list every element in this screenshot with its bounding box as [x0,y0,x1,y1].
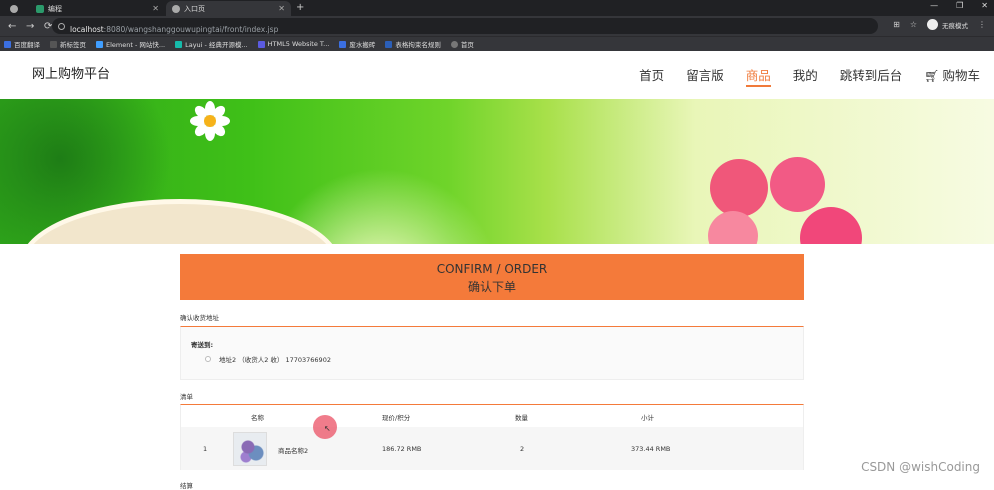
bookmark-icon [385,40,393,48]
url-host: localhost [70,24,104,34]
list-section-label: 清单 [180,393,193,401]
translate-icon[interactable]: ⊞ [893,20,900,29]
bookmark-icon [4,40,11,48]
close-icon[interactable]: ✕ [152,4,159,13]
tab-label: 编程 [48,4,62,13]
row-qty: 2 [520,445,525,453]
nav-item-admin[interactable]: 跳转到后台 [840,65,903,85]
close-icon[interactable]: ✕ [278,4,285,13]
bookmark-icon [339,40,347,48]
info-icon [58,22,65,30]
bookmarks-bar: 百度翻译 新标签页 Element - 网站快... Layui - 经典开源模… [0,36,994,51]
site-brand[interactable]: 网上购物平台 [32,63,110,82]
bookmark-item[interactable]: HTML5 Website T... [257,40,329,48]
incognito-icon [927,19,938,30]
row-name[interactable]: 商品名称2 [278,445,308,455]
star-icon[interactable]: ☆ [910,20,917,29]
site-header: 网上购物平台 首页 留言版 商品 我的 跳转到后台 🛒︎ 购物车 [0,51,994,99]
globe-icon [172,4,180,13]
bookmark-icon [175,40,183,48]
address-bar-row: ← → ⟳ localhost:8080/wangshanggouwupingt… [0,16,994,36]
forward-arrow-icon[interactable]: → [26,21,36,32]
table-header: 名称 现价/积分 数量 小计 [181,405,803,427]
new-tab-button[interactable]: + [296,2,304,13]
browser-tab-strip: 编程 ✕ 入口页 ✕ + — ❐ ✕ [0,0,994,16]
checkout-section-label: 结算 [180,482,193,490]
bookmark-item[interactable]: 新标签页 [50,39,86,49]
incognito-badge[interactable]: 无痕模式 [927,19,968,30]
menu-icon[interactable]: ⋮ [978,20,986,29]
flower-icon [190,101,230,141]
banner-petal [770,157,825,212]
order-title-cn: 确认下单 [467,280,516,294]
tab-label: 入口页 [184,4,205,13]
minimize-button[interactable]: — [930,1,938,10]
close-window-button[interactable]: ✕ [981,1,988,10]
bookmark-item[interactable]: 百度翻译 [4,39,40,49]
address-radio[interactable] [205,356,211,362]
nav-item-home[interactable]: 首页 [639,65,664,85]
incognito-label: 无痕模式 [942,21,968,30]
table-row: 1 商品名称2 186.72 RMB 2 373.44 RMB [181,427,803,470]
maximize-button[interactable]: ❐ [956,1,963,10]
header-qty: 数量 [515,414,528,422]
nav-item-guestbook[interactable]: 留言版 [686,65,724,85]
order-table: 名称 现价/积分 数量 小计 1 商品名称2 186.72 RMB 2 373.… [180,404,804,470]
bookmark-icon [257,40,265,48]
send-to-label: 寄送到: [191,341,214,349]
row-price: 186.72 RMB [382,445,422,453]
banner-petal [708,211,758,244]
bookmark-item[interactable]: Layui - 经典开源模... [175,39,248,49]
globe-icon [10,4,18,13]
bookmark-icon [50,40,57,48]
header-subtotal: 小计 [641,414,654,422]
browser-tab-2[interactable]: 入口页 ✕ [166,1,291,16]
bookmark-item[interactable]: 首页 [450,39,474,49]
bookmark-item[interactable]: 表格拘束名规则 [385,39,441,49]
bookmark-item[interactable]: Element - 网站快... [96,39,165,49]
product-thumbnail[interactable] [233,432,267,466]
code-icon [36,4,44,13]
row-index: 1 [203,445,208,453]
nav-item-mine[interactable]: 我的 [793,65,818,85]
cursor-icon: ↖ [324,424,331,433]
nav-item-products[interactable]: 商品 [745,65,771,87]
hero-banner [0,99,994,244]
watermark: CSDN @wishCoding [861,460,980,474]
address-option[interactable]: 地址2 （收货人2 收） 17703766902 [205,354,331,364]
nav-item-cart[interactable]: 🛒︎ 购物车 [924,65,980,85]
cart-icon: 🛒︎ [924,69,940,83]
browser-tab-1[interactable]: 编程 ✕ [30,1,165,16]
bookmark-item[interactable]: 废水搬砖 [339,39,375,49]
window-controls: — ❐ ✕ [930,1,988,10]
bookmark-icon [96,40,103,48]
back-arrow-icon[interactable]: ← [8,21,18,32]
browser-tab-0[interactable] [4,1,28,16]
address-box: 寄送到: 地址2 （收货人2 收） 17703766902 [180,326,804,380]
header-price: 现价/积分 [382,414,411,422]
url-path: :8080/wangshanggouwupingtai/front/index.… [103,24,279,34]
address-text: 地址2 （收货人2 收） 17703766902 [219,356,331,364]
url-input[interactable]: localhost:8080/wangshanggouwupingtai/fro… [52,18,878,34]
banner-petal [710,159,768,217]
header-name: 名称 [251,414,264,422]
address-section-label: 确认收货地址 [180,314,219,322]
banner-petal [800,207,862,244]
order-title-en: CONFIRM / ORDER [436,262,548,276]
globe-icon [450,40,458,48]
main-nav: 首页 留言版 商品 我的 跳转到后台 🛒︎ 购物车 [639,65,980,87]
row-subtotal: 373.44 RMB [631,445,671,453]
toolbar-right: ⊞ ☆ 无痕模式 ⋮ [893,19,986,30]
order-header: CONFIRM / ORDER 确认下单 [180,254,804,300]
